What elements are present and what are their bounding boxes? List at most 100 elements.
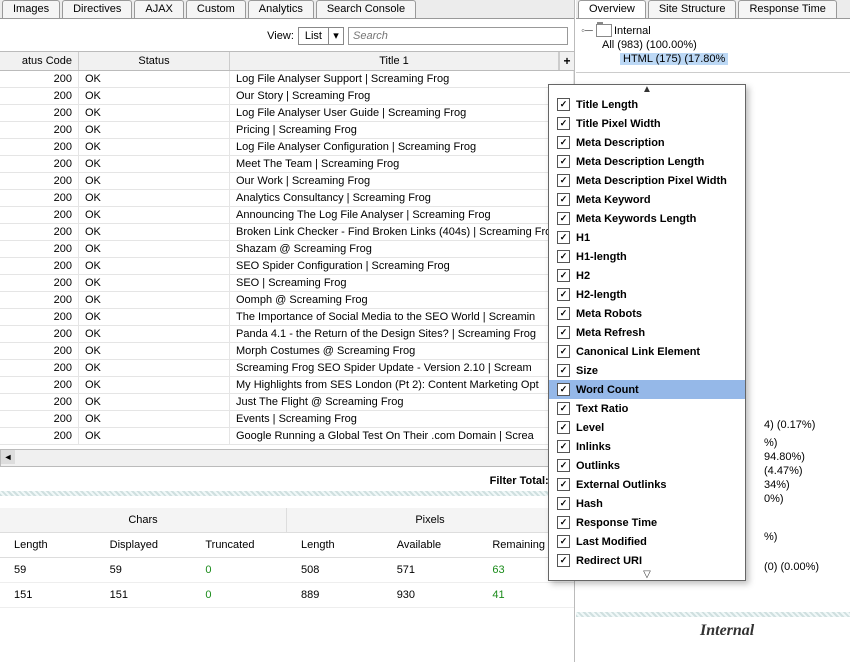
stat-line: 0%) [746,492,788,506]
menu-item-level[interactable]: ✓Level [549,418,745,437]
search-input[interactable] [348,27,568,45]
menu-item-meta-robots[interactable]: ✓Meta Robots [549,304,745,323]
cell-status-code: 200 [0,292,79,308]
table-row[interactable]: 200OKPanda 4.1 - the Return of the Desig… [0,326,574,343]
col-status[interactable]: Status [79,52,230,70]
table-row[interactable]: 200OKMeet The Team | Screaming Frog [0,156,574,173]
splitter[interactable] [576,612,850,617]
menu-item-title-pixel-width[interactable]: ✓Title Pixel Width [549,114,745,133]
cell-status: OK [79,71,230,87]
stat-line [746,546,768,548]
menu-item-meta-refresh[interactable]: ✓Meta Refresh [549,323,745,342]
cell-status-code: 200 [0,156,79,172]
table-row[interactable]: 200OKScreaming Frog SEO Spider Update - … [0,360,574,377]
table-row[interactable]: 200OKLog File Analyser Support | Screami… [0,71,574,88]
tree-twisty-icon[interactable]: ◦─ [580,25,594,37]
add-column-button[interactable]: + [559,52,574,70]
checkbox-icon: ✓ [557,117,570,130]
table-row[interactable]: 200OKMy Highlights from SES London (Pt 2… [0,377,574,394]
menu-item-label: Inlinks [576,441,611,453]
table-row[interactable]: 200OKPricing | Screaming Frog [0,122,574,139]
col-length[interactable]: Length [287,539,383,551]
menu-item-inlinks[interactable]: ✓Inlinks [549,437,745,456]
scroll-left-icon[interactable]: ◄ [1,450,15,464]
tab-directives[interactable]: Directives [62,0,132,18]
tab-overview[interactable]: Overview [578,0,646,18]
checkbox-icon: ✓ [557,307,570,320]
menu-item-h2-length[interactable]: ✓H2-length [549,285,745,304]
tree-node-internal[interactable]: ◦─ Internal [580,23,850,38]
menu-item-meta-description-pixel-width[interactable]: ✓Meta Description Pixel Width [549,171,745,190]
tab-analytics[interactable]: Analytics [248,0,314,18]
col-available[interactable]: Available [383,539,479,551]
col-length[interactable]: Length [0,539,96,551]
table-row[interactable]: 200OKLog File Analyser Configuration | S… [0,139,574,156]
col-truncated[interactable]: Truncated [191,539,287,551]
menu-item-canonical-link-element[interactable]: ✓Canonical Link Element [549,342,745,361]
menu-item-title-length[interactable]: ✓Title Length [549,95,745,114]
table-row[interactable]: 200OKThe Importance of Social Media to t… [0,309,574,326]
menu-item-size[interactable]: ✓Size [549,361,745,380]
tab-response-time[interactable]: Response Time [738,0,836,18]
table-row[interactable]: 200OKMorph Costumes @ Screaming Frog [0,343,574,360]
menu-item-meta-description-length[interactable]: ✓Meta Description Length [549,152,745,171]
view-dropdown[interactable]: List ▾ [298,27,344,45]
scroll-down-icon[interactable]: ▽ [549,570,745,580]
table-row[interactable]: 200OKEvents | Screaming Frog [0,411,574,428]
menu-item-word-count[interactable]: ✓Word Count [549,380,745,399]
checkbox-icon: ✓ [557,383,570,396]
table-row[interactable]: 200OKAnalytics Consultancy | Screaming F… [0,190,574,207]
table-row[interactable]: 200OKLog File Analyser User Guide | Scre… [0,105,574,122]
checkbox-icon: ✓ [557,174,570,187]
table-row[interactable]: 200OKJust The Flight @ Screaming Frog [0,394,574,411]
tab-site-structure[interactable]: Site Structure [648,0,737,18]
cell-status: OK [79,275,230,291]
menu-item-h1[interactable]: ✓H1 [549,228,745,247]
menu-item-external-outlinks[interactable]: ✓External Outlinks [549,475,745,494]
stat-line: (4.47%) [746,464,807,478]
tree-view: ◦─ Internal All (983) (100.00%) HTML (17… [576,19,850,73]
menu-item-h1-length[interactable]: ✓H1-length [549,247,745,266]
table-row[interactable]: 200OKOur Work | Screaming Frog [0,173,574,190]
tab-images[interactable]: Images [2,0,60,18]
tab-search-console[interactable]: Search Console [316,0,416,18]
cell-status-code: 200 [0,241,79,257]
table-row[interactable]: 200OKAnnouncing The Log File Analyser | … [0,207,574,224]
table-row[interactable]: 200OKBroken Link Checker - Find Broken L… [0,224,574,241]
menu-item-label: Text Ratio [576,403,628,415]
tree-node-all[interactable]: All (983) (100.00%) [580,38,850,52]
menu-item-redirect-uri[interactable]: ✓Redirect URI [549,551,745,570]
menu-item-meta-keywords-length[interactable]: ✓Meta Keywords Length [549,209,745,228]
cell-title: My Highlights from SES London (Pt 2): Co… [230,377,574,393]
col-displayed[interactable]: Displayed [96,539,192,551]
scroll-up-icon[interactable]: ▲ [549,85,745,95]
col-status-code[interactable]: atus Code [0,52,79,70]
tree-node-html[interactable]: HTML (175) (17.80% [580,52,850,66]
menu-item-response-time[interactable]: ✓Response Time [549,513,745,532]
menu-item-hash[interactable]: ✓Hash [549,494,745,513]
menu-item-meta-keyword[interactable]: ✓Meta Keyword [549,190,745,209]
cell-status: OK [79,207,230,223]
menu-item-h2[interactable]: ✓H2 [549,266,745,285]
menu-item-meta-description[interactable]: ✓Meta Description [549,133,745,152]
table-row[interactable]: 200OKShazam @ Screaming Frog [0,241,574,258]
horizontal-scrollbar[interactable]: ◄ ► [0,449,574,467]
tab-custom[interactable]: Custom [186,0,246,18]
cell-status: OK [79,122,230,138]
checkbox-icon: ✓ [557,193,570,206]
menu-item-label: Level [576,422,604,434]
table-row[interactable]: 200OKOomph @ Screaming Frog [0,292,574,309]
table-row[interactable]: 200OKSEO Spider Configuration | Screamin… [0,258,574,275]
left-pane: ImagesDirectivesAJAXCustomAnalyticsSearc… [0,0,575,662]
group-pixels: Pixels [287,508,574,532]
table-row[interactable]: 200OKOur Story | Screaming Frog [0,88,574,105]
tab-ajax[interactable]: AJAX [134,0,184,18]
menu-item-text-ratio[interactable]: ✓Text Ratio [549,399,745,418]
menu-item-last-modified[interactable]: ✓Last Modified [549,532,745,551]
col-title1[interactable]: Title 1 [230,52,559,70]
table-row[interactable]: 200OKGoogle Running a Global Test On The… [0,428,574,445]
checkbox-icon: ✓ [557,155,570,168]
cell-status: OK [79,360,230,376]
menu-item-outlinks[interactable]: ✓Outlinks [549,456,745,475]
table-row[interactable]: 200OKSEO | Screaming Frog [0,275,574,292]
